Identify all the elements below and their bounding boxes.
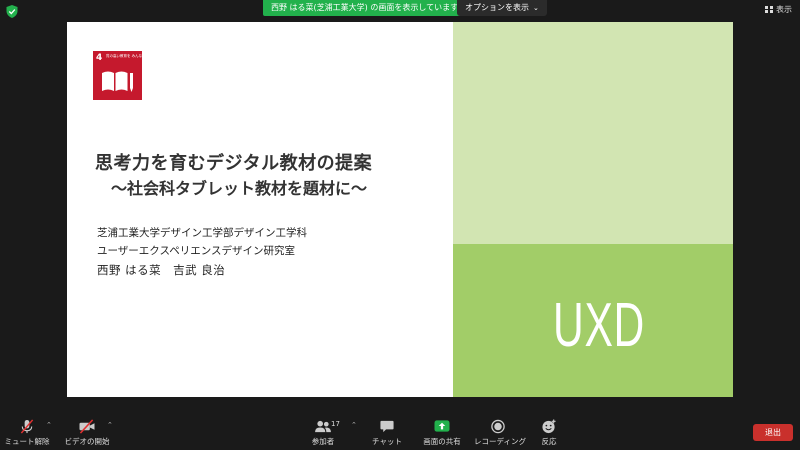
affiliation-university: 芝浦工業大学デザイン工学部デザイン工学科 [97,227,307,239]
record-icon [491,419,505,434]
view-mode-label: 表示 [776,5,792,14]
start-video-label: ビデオの開始 [64,437,110,446]
affiliation-lab: ユーザーエクスペリエンスデザイン研究室 [97,245,296,257]
view-options-label: オプションを表示 [465,3,529,12]
reactions-label: 反応 [541,437,557,446]
view-mode-button[interactable]: 表示 [765,3,792,17]
grid-icon [765,6,773,13]
video-camera-off-icon [79,419,95,434]
participants-label: 参加者 [311,437,335,446]
mute-label: ミュート解除 [4,437,50,446]
chat-bubble-icon [380,420,394,433]
emoji-reaction-icon [542,419,556,434]
share-screen-label: 画面の共有 [423,437,461,446]
slide-light-green-panel [453,22,733,244]
chat-label: チャット [372,437,402,446]
participants-options-caret[interactable]: ⌃ [351,421,357,429]
audio-options-caret[interactable]: ⌃ [46,421,52,429]
participants-icon [315,420,331,433]
reactions-button[interactable]: 反応 [536,419,562,449]
uxd-logo-text: UXD [553,291,645,351]
slide-subtitle: 〜社会科タブレット教材を題材に〜 [111,179,368,198]
slide-title: 思考力を育むデジタル教材の提案 [95,153,373,174]
leave-meeting-button[interactable]: 退出 [753,424,793,441]
uxd-logo: UXD [553,291,645,351]
microphone-muted-icon [20,419,34,434]
chevron-down-icon: ⌄ [533,4,539,12]
chat-button[interactable]: チャット [372,419,402,449]
book-pencil-icon [102,71,133,92]
sdg-number: 4 [96,53,103,63]
record-label: レコーディング [474,437,526,446]
meeting-top-bar: 西野 はる菜(芝浦工業大学) の画面を表示しています オプションを表示 ⌄ 表示 [0,0,800,22]
mute-button[interactable]: ミュート解除 [4,419,50,449]
screen-share-banner: 西野 はる菜(芝浦工業大学) の画面を表示しています [263,0,467,16]
view-options-button[interactable]: オプションを表示 ⌄ [457,0,547,16]
participants-count: 17 [331,420,340,428]
share-screen-button[interactable]: 画面の共有 [420,419,464,449]
sdg-4-logo: 4 質の高い教育を みんなに [93,51,146,100]
start-video-button[interactable]: ビデオの開始 [62,419,112,449]
record-button[interactable]: レコーディング [474,419,526,449]
share-screen-icon [434,420,450,432]
meeting-toolbar: ミュート解除 ⌃ ビデオの開始 ⌃ 参加者 17 ⌃ チャット 画面の共有 レコ… [0,417,800,450]
author-names: 西野 はる菜 吉武 良治 [97,263,226,277]
video-options-caret[interactable]: ⌃ [107,421,113,429]
sdg-text: 質の高い教育を みんなに [106,54,146,58]
shield-icon[interactable] [6,5,18,18]
